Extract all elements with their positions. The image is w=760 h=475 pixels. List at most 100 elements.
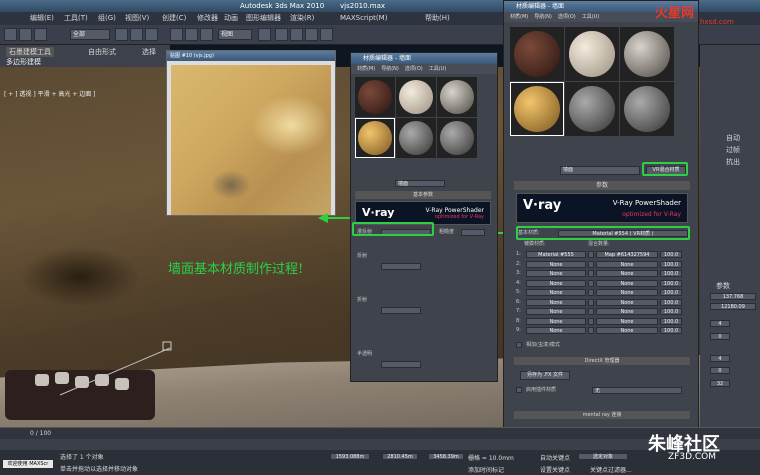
maxscript-listener[interactable]: 欢迎使用 MAXScr: [2, 459, 54, 469]
mix-map-button[interactable]: None: [596, 279, 658, 287]
mix-amount-spinner[interactable]: 100.0: [660, 270, 682, 277]
mix-map-button[interactable]: None: [596, 260, 658, 268]
coat-enable-checkbox[interactable]: [588, 317, 594, 325]
selection-filter-dropdown[interactable]: 全部: [70, 29, 110, 40]
reflect-color[interactable]: [381, 263, 421, 270]
coat-enable-checkbox[interactable]: [588, 289, 594, 296]
command-panel[interactable]: 自动 过帧 抗出 参数 137.768 12180.09 4 0 4 0 32: [700, 45, 760, 430]
directx-rollout[interactable]: DirectX 管理器: [514, 357, 690, 365]
menu-views[interactable]: 视图(V): [125, 12, 149, 25]
menu-tools[interactable]: 工具(T): [64, 12, 88, 25]
add-time-tag[interactable]: 添加时间标记: [468, 465, 504, 474]
menu-navigation[interactable]: 导航(N): [534, 14, 552, 20]
menu-animation[interactable]: 动画: [224, 12, 238, 25]
key-filters-button[interactable]: 关键点过滤器...: [590, 465, 632, 474]
mix-map-button[interactable]: None: [596, 327, 658, 334]
coat-material-button[interactable]: None: [526, 317, 586, 325]
link-icon[interactable]: [34, 28, 47, 41]
menu-options[interactable]: 选项(O): [405, 66, 423, 72]
mix-amount-spinner[interactable]: 100.0: [660, 298, 682, 306]
material-slot[interactable]: [396, 118, 436, 158]
rect-select-icon[interactable]: [145, 28, 158, 41]
material-slot[interactable]: [396, 77, 436, 117]
ribbon-tab-graphite[interactable]: 石墨建模工具: [6, 47, 54, 57]
params-rollout-header[interactable]: 参数: [514, 181, 690, 190]
mentalray-rollout[interactable]: mental ray 连接: [514, 411, 690, 419]
mix-amount-spinner[interactable]: 100.0: [660, 308, 682, 315]
coord-z[interactable]: 3458.39m: [428, 453, 464, 460]
select-icon[interactable]: [115, 28, 128, 41]
menu-create[interactable]: 创建(C): [162, 12, 186, 25]
percent-snap-icon[interactable]: [305, 28, 318, 41]
coat-material-button[interactable]: None: [526, 327, 586, 334]
panel-spinner[interactable]: 0: [710, 333, 730, 340]
rough-spinner[interactable]: [461, 229, 485, 236]
viewport-label[interactable]: [ + ] 透视 ] 平滑 + 高光 + 边面 ]: [4, 89, 96, 98]
menu-material[interactable]: 材质(M): [510, 14, 528, 20]
coat-enable-checkbox[interactable]: [588, 260, 594, 268]
coat-enable-checkbox[interactable]: [588, 327, 594, 334]
menu-graph-editors[interactable]: 图形编辑器: [246, 12, 281, 25]
panel-spinner[interactable]: 12180.09: [710, 303, 756, 310]
menu-navigation[interactable]: 导航(N): [381, 66, 399, 72]
coat-material-button[interactable]: Material #555: [526, 251, 586, 258]
mix-map-button[interactable]: None: [596, 308, 658, 315]
material-slot[interactable]: [510, 27, 564, 81]
coat-enable-checkbox[interactable]: [588, 251, 594, 258]
panel-spinner[interactable]: 4: [710, 355, 730, 362]
material-slot[interactable]: [437, 77, 477, 117]
auto-key-button[interactable]: 自动关键点: [540, 453, 570, 462]
menu-help[interactable]: 帮助(H): [425, 12, 450, 25]
rotate-icon[interactable]: [185, 28, 198, 41]
menu-material[interactable]: 材质(M): [357, 66, 375, 72]
mirror-icon[interactable]: [320, 28, 333, 41]
ribbon-tab-selection[interactable]: 选择: [142, 47, 156, 57]
menu-maxscript[interactable]: MAXScript(M): [340, 12, 387, 25]
angle-snap-icon[interactable]: [290, 28, 303, 41]
coat-material-button[interactable]: None: [526, 308, 586, 315]
coat-material-button[interactable]: None: [526, 260, 586, 268]
mix-map-button[interactable]: None: [596, 298, 658, 306]
pivot-icon[interactable]: [258, 28, 271, 41]
material-slot[interactable]: [437, 118, 477, 158]
enable-plugin-checkbox[interactable]: [516, 387, 522, 393]
additive-checkbox[interactable]: [516, 342, 522, 348]
mix-amount-spinner[interactable]: 100.0: [660, 279, 682, 287]
panel-spinner[interactable]: 137.768: [710, 293, 756, 300]
mix-amount-spinner[interactable]: 100.0: [660, 251, 682, 258]
panel-spinner[interactable]: 32: [710, 380, 730, 387]
coat-enable-checkbox[interactable]: [588, 270, 594, 277]
translucency-dropdown[interactable]: [381, 361, 421, 368]
reference-coord-dropdown[interactable]: 视图: [218, 29, 252, 40]
main-material-name[interactable]: 墙面: [560, 166, 640, 175]
mix-amount-spinner[interactable]: 100.0: [660, 327, 682, 334]
mix-map-button[interactable]: None: [596, 317, 658, 325]
panel-spinner[interactable]: 4: [710, 320, 730, 327]
plugin-dropdown[interactable]: 无: [592, 387, 682, 394]
scale-icon[interactable]: [200, 28, 213, 41]
time-slider[interactable]: 0 / 100: [0, 427, 760, 439]
coat-material-button[interactable]: None: [526, 270, 586, 277]
material-slot-active[interactable]: [355, 118, 395, 158]
select-by-name-icon[interactable]: [130, 28, 143, 41]
coat-material-button[interactable]: None: [526, 289, 586, 296]
track-bar[interactable]: [0, 439, 760, 450]
snap-icon[interactable]: [275, 28, 288, 41]
mix-map-button[interactable]: Map #614327594: [596, 251, 658, 258]
move-icon[interactable]: [170, 28, 183, 41]
set-key-button[interactable]: 设置关键点: [540, 465, 570, 474]
menu-edit[interactable]: 编辑(E): [30, 12, 54, 25]
coat-enable-checkbox[interactable]: [588, 279, 594, 287]
mix-amount-spinner[interactable]: 100.0: [660, 260, 682, 268]
undo-icon[interactable]: [4, 28, 17, 41]
material-slot[interactable]: [355, 77, 395, 117]
ribbon-tab-freeform[interactable]: 自由形式: [88, 47, 116, 57]
material-slot[interactable]: [565, 27, 619, 81]
small-material-name[interactable]: 墙面: [395, 180, 445, 187]
menu-options[interactable]: 选项(O): [558, 14, 576, 20]
coat-material-button[interactable]: None: [526, 298, 586, 306]
mix-amount-spinner[interactable]: 100.0: [660, 317, 682, 325]
mix-map-button[interactable]: None: [596, 270, 658, 277]
refract-color[interactable]: [381, 307, 421, 314]
redo-icon[interactable]: [19, 28, 32, 41]
